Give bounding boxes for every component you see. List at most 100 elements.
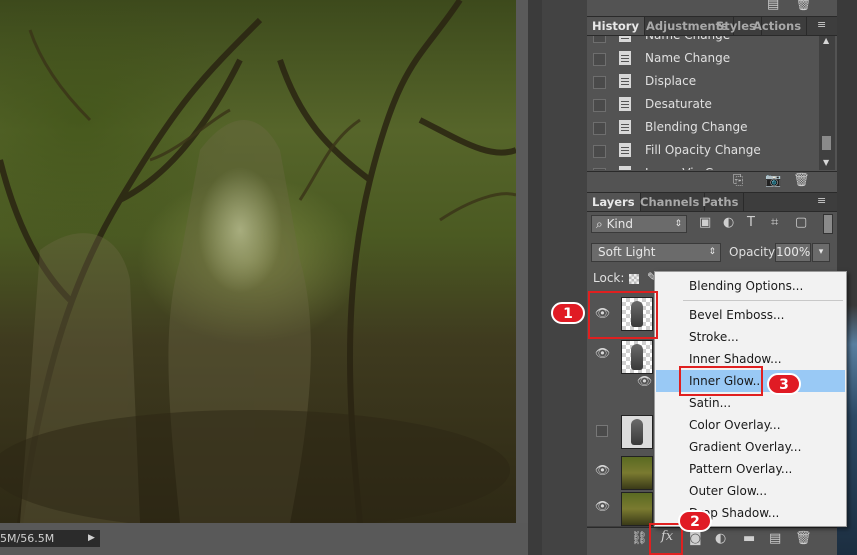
new-document-icon[interactable]: ▤ [767, 0, 779, 12]
blend-mode-select[interactable]: Soft Light ⇕ [591, 243, 721, 262]
menu-item-bevel-emboss[interactable]: Bevel Emboss... [656, 304, 845, 326]
layers-tab-bar: Layers Channels Paths ≡ [587, 193, 837, 212]
canvas-pasteboard [516, 0, 528, 523]
opacity-dropdown[interactable]: ▾ [812, 243, 830, 262]
image-filter-icon[interactable]: ▣ [699, 215, 711, 230]
menu-item-gradient-overlay[interactable]: Gradient Overlay... [656, 436, 845, 458]
smart-object-filter-icon[interactable]: ▢ [795, 215, 807, 230]
annotation-badge-1: 1 [551, 302, 585, 324]
new-document-from-state-icon[interactable]: ⎘ [733, 173, 743, 188]
layer-filter-kind-select[interactable]: ⌕ Kind ⇕ [591, 215, 687, 233]
history-list: Name Change Name Change Displace Desatur… [587, 36, 837, 170]
history-item[interactable]: Name Change [587, 47, 819, 71]
tab-actions[interactable]: Actions [748, 17, 808, 35]
history-item-label: Displace [645, 74, 697, 88]
history-item-label: Fill Opacity Change [645, 143, 761, 157]
history-state-icon [619, 97, 631, 111]
layer-thumbnail [621, 492, 653, 526]
tab-layers[interactable]: Layers [587, 193, 641, 211]
history-item-label: Name Change [645, 36, 730, 47]
effect-eye-icon[interactable]: 👁 [637, 374, 652, 388]
history-checkbox[interactable] [593, 99, 606, 112]
history-scrollbar[interactable]: ▲ ▼ [819, 36, 835, 170]
history-item-label: Name Change [645, 51, 731, 65]
canvas-vertical-scrollbar[interactable] [528, 0, 542, 555]
link-layers-icon[interactable]: ⛓ [631, 531, 648, 546]
lock-transparent-pixels-icon[interactable] [629, 274, 639, 284]
status-arrow-icon[interactable]: ▶ [88, 530, 95, 547]
adjustment-filter-icon[interactable]: ◐ [723, 215, 734, 230]
updown-icon: ⇕ [674, 219, 682, 229]
chevron-down-icon: ▾ [818, 247, 824, 257]
blend-mode-value: Soft Light [598, 245, 656, 259]
menu-separator [683, 300, 843, 301]
history-state-icon [619, 51, 631, 65]
history-checkbox[interactable] [593, 76, 606, 89]
trash-icon[interactable]: 🗑 [793, 173, 810, 188]
history-state-icon [619, 36, 631, 42]
scroll-down-icon[interactable]: ▼ [823, 158, 829, 167]
history-item[interactable]: Displace [587, 70, 819, 94]
new-layer-icon[interactable]: ▤ [769, 531, 781, 546]
history-checkbox[interactable] [593, 122, 606, 135]
layer-thumbnail [621, 340, 653, 374]
history-item-label: Blending Change [645, 120, 748, 134]
filter-toggle[interactable] [823, 214, 833, 234]
history-state-icon [619, 74, 631, 88]
history-checkbox[interactable] [593, 168, 606, 170]
adjustment-layer-icon[interactable]: ◐ [715, 531, 726, 546]
history-item[interactable]: Layer Via Copy [587, 162, 819, 170]
history-state-icon [619, 120, 631, 134]
shape-filter-icon[interactable]: ⌗ [771, 215, 778, 230]
add-mask-icon[interactable]: ◙ [689, 531, 702, 546]
history-tab-bar: History Adjustments Styles Actions ≡ [587, 17, 837, 36]
history-checkbox[interactable] [593, 145, 606, 158]
eye-icon[interactable]: 👁 [595, 463, 610, 477]
doc-size: 5M/56.5M [0, 532, 55, 545]
eye-icon[interactable]: 👁 [595, 499, 610, 513]
layer-style-context-menu: Blending Options... Bevel Emboss... Stro… [654, 271, 847, 527]
type-filter-icon[interactable]: T [747, 215, 755, 230]
annotation-badge-2: 2 [678, 510, 712, 532]
tab-paths[interactable]: Paths [697, 193, 745, 211]
camera-icon[interactable]: 📷 [765, 173, 781, 188]
tab-history[interactable]: History [587, 17, 645, 35]
top-panel-footer: ▤ 🗑 [587, 0, 837, 17]
annotation-box-fx [649, 523, 683, 555]
panel-menu-icon[interactable]: ≡ [817, 194, 826, 207]
annotation-box-inner-glow [679, 366, 763, 396]
history-item[interactable]: Fill Opacity Change [587, 139, 819, 163]
opacity-label: Opacity: [729, 245, 779, 259]
menu-item-stroke[interactable]: Stroke... [656, 326, 845, 348]
history-item[interactable]: Blending Change [587, 116, 819, 140]
panel-menu-icon[interactable]: ≡ [817, 18, 826, 31]
history-item[interactable]: Desaturate [587, 93, 819, 117]
tab-channels[interactable]: Channels [635, 193, 706, 211]
history-item-label: Layer Via Copy [645, 162, 735, 170]
status-bar: 5M/56.5M ▶ [0, 530, 100, 547]
history-checkbox[interactable] [593, 36, 606, 43]
lock-label: Lock: [593, 271, 625, 285]
document-canvas[interactable] [0, 0, 516, 523]
opacity-input[interactable]: 100% [775, 243, 811, 262]
scroll-up-icon[interactable]: ▲ [823, 36, 829, 45]
trash-icon[interactable]: 🗑 [795, 531, 812, 546]
trash-icon[interactable]: 🗑 [795, 0, 812, 12]
panel-dock-strip [542, 0, 587, 555]
opacity-value: 100% [776, 245, 811, 259]
eye-icon[interactable]: 👁 [595, 346, 610, 360]
layer-thumbnail [621, 415, 653, 449]
folder-icon[interactable]: ▬ [743, 531, 755, 546]
history-checkbox[interactable] [593, 53, 606, 66]
menu-item-blending-options[interactable]: Blending Options... [656, 275, 845, 297]
menu-item-pattern-overlay[interactable]: Pattern Overlay... [656, 458, 845, 480]
updown-icon: ⇕ [708, 247, 716, 257]
scroll-thumb[interactable] [822, 136, 831, 150]
history-footer: ⎘ 📷 🗑 [587, 171, 837, 193]
visibility-checkbox[interactable] [596, 425, 608, 437]
menu-item-outer-glow[interactable]: Outer Glow... [656, 480, 845, 502]
forest-artwork [0, 0, 516, 523]
history-state-icon [619, 166, 631, 170]
filter-kind-value: Kind [606, 217, 633, 231]
menu-item-color-overlay[interactable]: Color Overlay... [656, 414, 845, 436]
